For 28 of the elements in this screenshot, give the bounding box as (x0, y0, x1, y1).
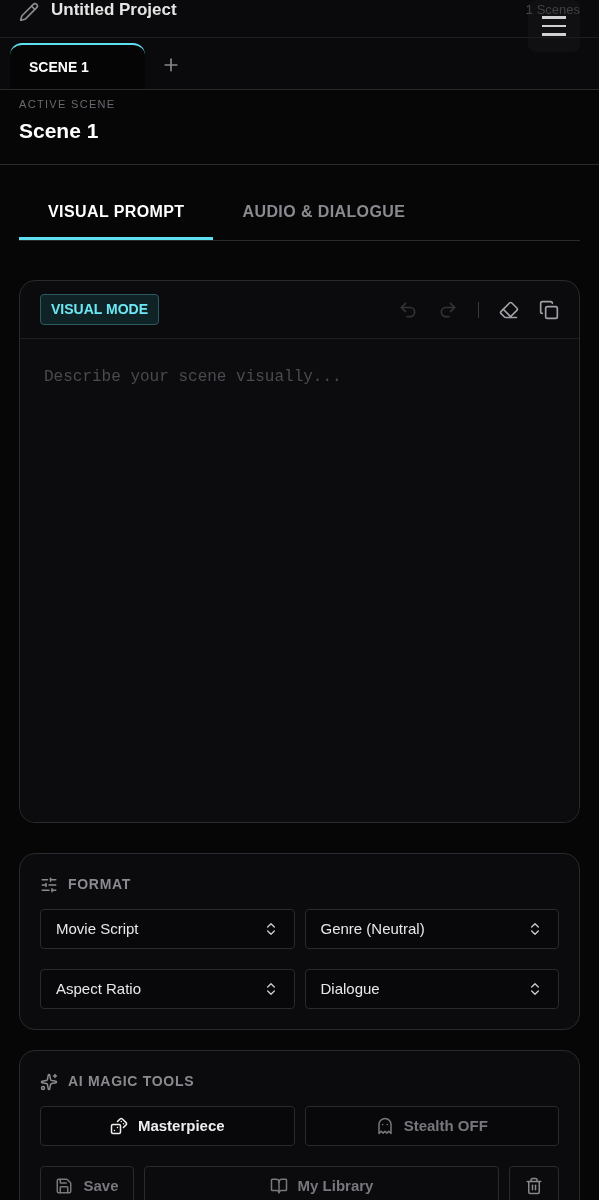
active-scene-name: Scene 1 (19, 117, 100, 144)
eraser-icon[interactable] (499, 299, 519, 320)
edit-icon[interactable] (19, 1, 39, 22)
book-icon (269, 1177, 288, 1195)
ghost-icon (375, 1117, 394, 1135)
stealth-toggle[interactable]: Stealth OFF (304, 1106, 559, 1146)
project-title: Untitled Project (51, 0, 177, 21)
sliders-icon (40, 875, 58, 894)
dice-icon (109, 1117, 128, 1135)
active-scene-caption: ACTIVE SCENE (19, 97, 117, 112)
copy-icon[interactable] (539, 299, 559, 320)
menu-button[interactable] (528, 0, 580, 52)
prompt-editor[interactable]: VISUAL MODE Describe your scene visually... (19, 280, 580, 823)
mode-tab[interactable]: VISUAL PROMPT (19, 187, 214, 240)
scene-tab[interactable]: SCENE 1 (10, 43, 145, 89)
mode-tab[interactable]: AUDIO & DIALOGUE (213, 187, 435, 240)
format-select[interactable]: Movie Script (40, 909, 295, 949)
mode-badge: VISUAL MODE (40, 294, 159, 325)
format-title: FORMAT (68, 875, 132, 894)
sparkles-icon (40, 1072, 58, 1091)
format-select[interactable]: Genre (Neutral) (304, 909, 559, 949)
format-select[interactable]: Dialogue (304, 969, 559, 1009)
ai-tools-title: AI MAGIC TOOLS (68, 1072, 195, 1091)
trash-icon (525, 1177, 543, 1195)
masterpiece-button[interactable]: Masterpiece (40, 1106, 295, 1146)
delete-button[interactable] (509, 1166, 559, 1200)
format-select[interactable]: Aspect Ratio (40, 969, 295, 1009)
save-icon (55, 1177, 74, 1195)
